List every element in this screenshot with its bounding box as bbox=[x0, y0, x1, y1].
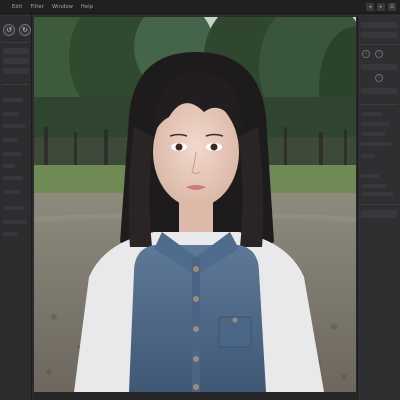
window-controls: ◂ ▸ ☰ bbox=[366, 3, 396, 11]
menu-window[interactable]: Window bbox=[52, 4, 73, 10]
refresh-icon[interactable]: ◦ bbox=[375, 74, 383, 82]
left-toolbar: ↺ ↻ bbox=[0, 14, 32, 400]
tool-option-field[interactable] bbox=[3, 68, 29, 74]
tool-option-row[interactable] bbox=[3, 232, 17, 236]
tool-option-row[interactable] bbox=[3, 190, 19, 194]
tool-option-field[interactable] bbox=[3, 48, 29, 54]
settings-icon[interactable]: ◦ bbox=[362, 50, 370, 58]
property-row[interactable] bbox=[361, 122, 389, 126]
tool-option-row[interactable] bbox=[3, 112, 19, 116]
status-strip bbox=[34, 392, 356, 400]
undo-icon[interactable]: ↺ bbox=[3, 24, 15, 36]
photo bbox=[34, 17, 356, 392]
property-row[interactable] bbox=[361, 184, 387, 188]
menu-bar: Edit Filter Window Help ◂ ▸ ☰ bbox=[0, 0, 400, 14]
back-icon[interactable]: ◂ bbox=[366, 3, 374, 11]
property-row[interactable] bbox=[361, 192, 393, 196]
property-field[interactable] bbox=[361, 22, 397, 28]
history-tools: ↺ ↻ bbox=[3, 24, 31, 36]
image-canvas[interactable] bbox=[34, 17, 356, 392]
tool-option-row[interactable] bbox=[3, 124, 25, 128]
menu-help[interactable]: Help bbox=[81, 4, 93, 10]
circle-icon[interactable]: ◦ bbox=[375, 50, 383, 58]
menu-edit[interactable]: Edit bbox=[12, 4, 22, 10]
property-field[interactable] bbox=[361, 32, 397, 38]
divider bbox=[360, 104, 398, 105]
property-row[interactable] bbox=[361, 154, 375, 158]
divider bbox=[2, 84, 29, 85]
property-field[interactable] bbox=[361, 88, 397, 94]
tool-option-row[interactable] bbox=[3, 164, 15, 168]
property-row[interactable] bbox=[361, 132, 385, 136]
property-field[interactable] bbox=[361, 64, 397, 70]
tool-option-row[interactable] bbox=[3, 176, 23, 180]
tool-option-row[interactable] bbox=[3, 220, 27, 224]
right-panel: ◦ ◦ ◦ bbox=[357, 14, 400, 400]
divider bbox=[360, 44, 398, 45]
property-row[interactable] bbox=[361, 112, 381, 116]
menu-filter[interactable]: Filter bbox=[30, 4, 44, 10]
property-field[interactable] bbox=[361, 210, 397, 218]
menu-icon[interactable]: ☰ bbox=[388, 3, 396, 11]
tool-option-row[interactable] bbox=[3, 98, 23, 102]
tool-option-row[interactable] bbox=[3, 138, 17, 142]
redo-icon[interactable]: ↻ bbox=[19, 24, 31, 36]
divider bbox=[2, 42, 29, 43]
property-row[interactable] bbox=[361, 174, 379, 178]
tool-option-row[interactable] bbox=[3, 152, 21, 156]
forward-icon[interactable]: ▸ bbox=[377, 3, 385, 11]
tool-option-row[interactable] bbox=[3, 206, 25, 210]
tool-option-field[interactable] bbox=[3, 58, 29, 64]
divider bbox=[360, 204, 398, 205]
property-row[interactable] bbox=[361, 142, 391, 146]
